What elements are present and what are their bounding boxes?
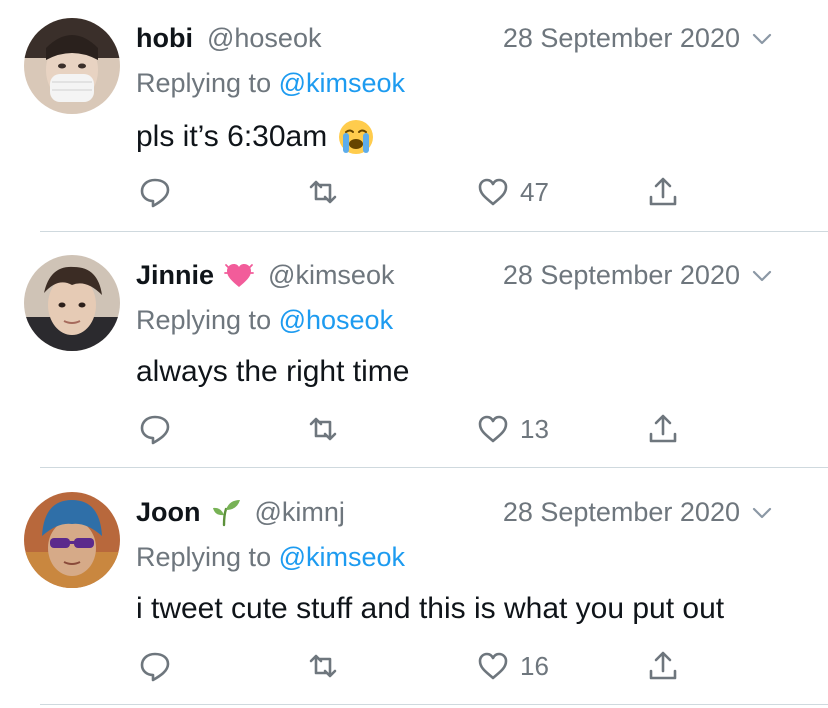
replying-to: Replying to @kimseok xyxy=(136,542,405,573)
tweet-actions: 13 xyxy=(0,409,828,449)
tweet[interactable]: hobi @hoseok 28 September 2020 Replying … xyxy=(0,0,828,237)
retweet-button[interactable] xyxy=(306,646,340,686)
tweet-actions: 47 xyxy=(0,172,828,212)
avatar[interactable] xyxy=(24,255,120,351)
like-count: 13 xyxy=(520,413,549,444)
tweet-text: pls it’s 6:30am xyxy=(136,118,375,156)
user-handle[interactable]: @hoseok xyxy=(207,23,321,54)
loudly-crying-face-icon xyxy=(337,118,375,156)
tweet-date[interactable]: 28 September 2020 xyxy=(503,18,740,58)
tweet-text-body: always the right time xyxy=(136,355,410,388)
display-name[interactable]: Jinnie xyxy=(136,260,214,291)
share-button[interactable] xyxy=(646,646,680,686)
share-icon xyxy=(649,177,677,206)
mention-link[interactable]: @kimseok xyxy=(279,542,405,572)
reply-icon xyxy=(140,652,170,682)
chevron-down-icon[interactable] xyxy=(750,264,774,288)
replying-to: Replying to @hoseok xyxy=(136,305,393,336)
tweet-text: i tweet cute stuff and this is what you … xyxy=(136,592,724,626)
mention-link[interactable]: @kimseok xyxy=(279,68,405,98)
share-icon xyxy=(649,414,677,443)
user-handle[interactable]: @kimnj xyxy=(255,497,345,528)
like-icon xyxy=(478,178,508,206)
tweet-text-body: i tweet cute stuff and this is what you … xyxy=(136,592,725,625)
replying-to-label: Replying to xyxy=(136,542,279,572)
retweet-icon xyxy=(309,654,337,678)
display-name[interactable]: Joon xyxy=(136,497,201,528)
retweet-icon xyxy=(309,180,337,204)
display-name[interactable]: hobi xyxy=(136,23,193,54)
share-icon xyxy=(649,651,677,680)
retweet-icon xyxy=(309,417,337,441)
tweet-actions: 16 xyxy=(0,646,828,686)
replying-to-label: Replying to xyxy=(136,305,279,335)
avatar[interactable] xyxy=(24,18,120,114)
beating-heart-icon xyxy=(224,260,254,290)
chevron-down-icon[interactable] xyxy=(750,27,774,51)
divider xyxy=(40,467,828,468)
replying-to-label: Replying to xyxy=(136,68,279,98)
replying-to: Replying to @kimseok xyxy=(136,68,405,99)
divider xyxy=(40,704,828,705)
like-icon xyxy=(478,415,508,443)
like-button[interactable]: 16 xyxy=(476,646,549,686)
avatar[interactable] xyxy=(24,492,120,588)
tweet[interactable]: Joon @kimnj 28 September 2020 Replying t… xyxy=(0,474,828,708)
reply-button[interactable] xyxy=(138,409,172,449)
user-handle[interactable]: @kimseok xyxy=(268,260,394,291)
retweet-button[interactable] xyxy=(306,409,340,449)
reply-button[interactable] xyxy=(138,172,172,212)
like-button[interactable]: 13 xyxy=(476,409,549,449)
reply-icon xyxy=(140,415,170,445)
tweet-text-body: pls it’s 6:30am xyxy=(136,120,328,153)
tweet[interactable]: Jinnie @kimseok 28 September 2020 Replyi… xyxy=(0,237,828,474)
chevron-down-icon[interactable] xyxy=(750,501,774,525)
like-count: 47 xyxy=(520,176,549,207)
like-count: 16 xyxy=(520,650,549,681)
share-button[interactable] xyxy=(646,409,680,449)
mention-link[interactable]: @hoseok xyxy=(279,305,393,335)
share-button[interactable] xyxy=(646,172,680,212)
like-icon xyxy=(478,652,508,680)
reply-icon xyxy=(140,178,170,208)
like-button[interactable]: 47 xyxy=(476,172,549,212)
retweet-button[interactable] xyxy=(306,172,340,212)
reply-button[interactable] xyxy=(138,646,172,686)
tweet-date[interactable]: 28 September 2020 xyxy=(503,255,740,295)
tweet-text: always the right time xyxy=(136,355,409,389)
divider xyxy=(40,231,828,232)
seedling-icon xyxy=(211,497,241,527)
tweet-date[interactable]: 28 September 2020 xyxy=(503,492,740,532)
